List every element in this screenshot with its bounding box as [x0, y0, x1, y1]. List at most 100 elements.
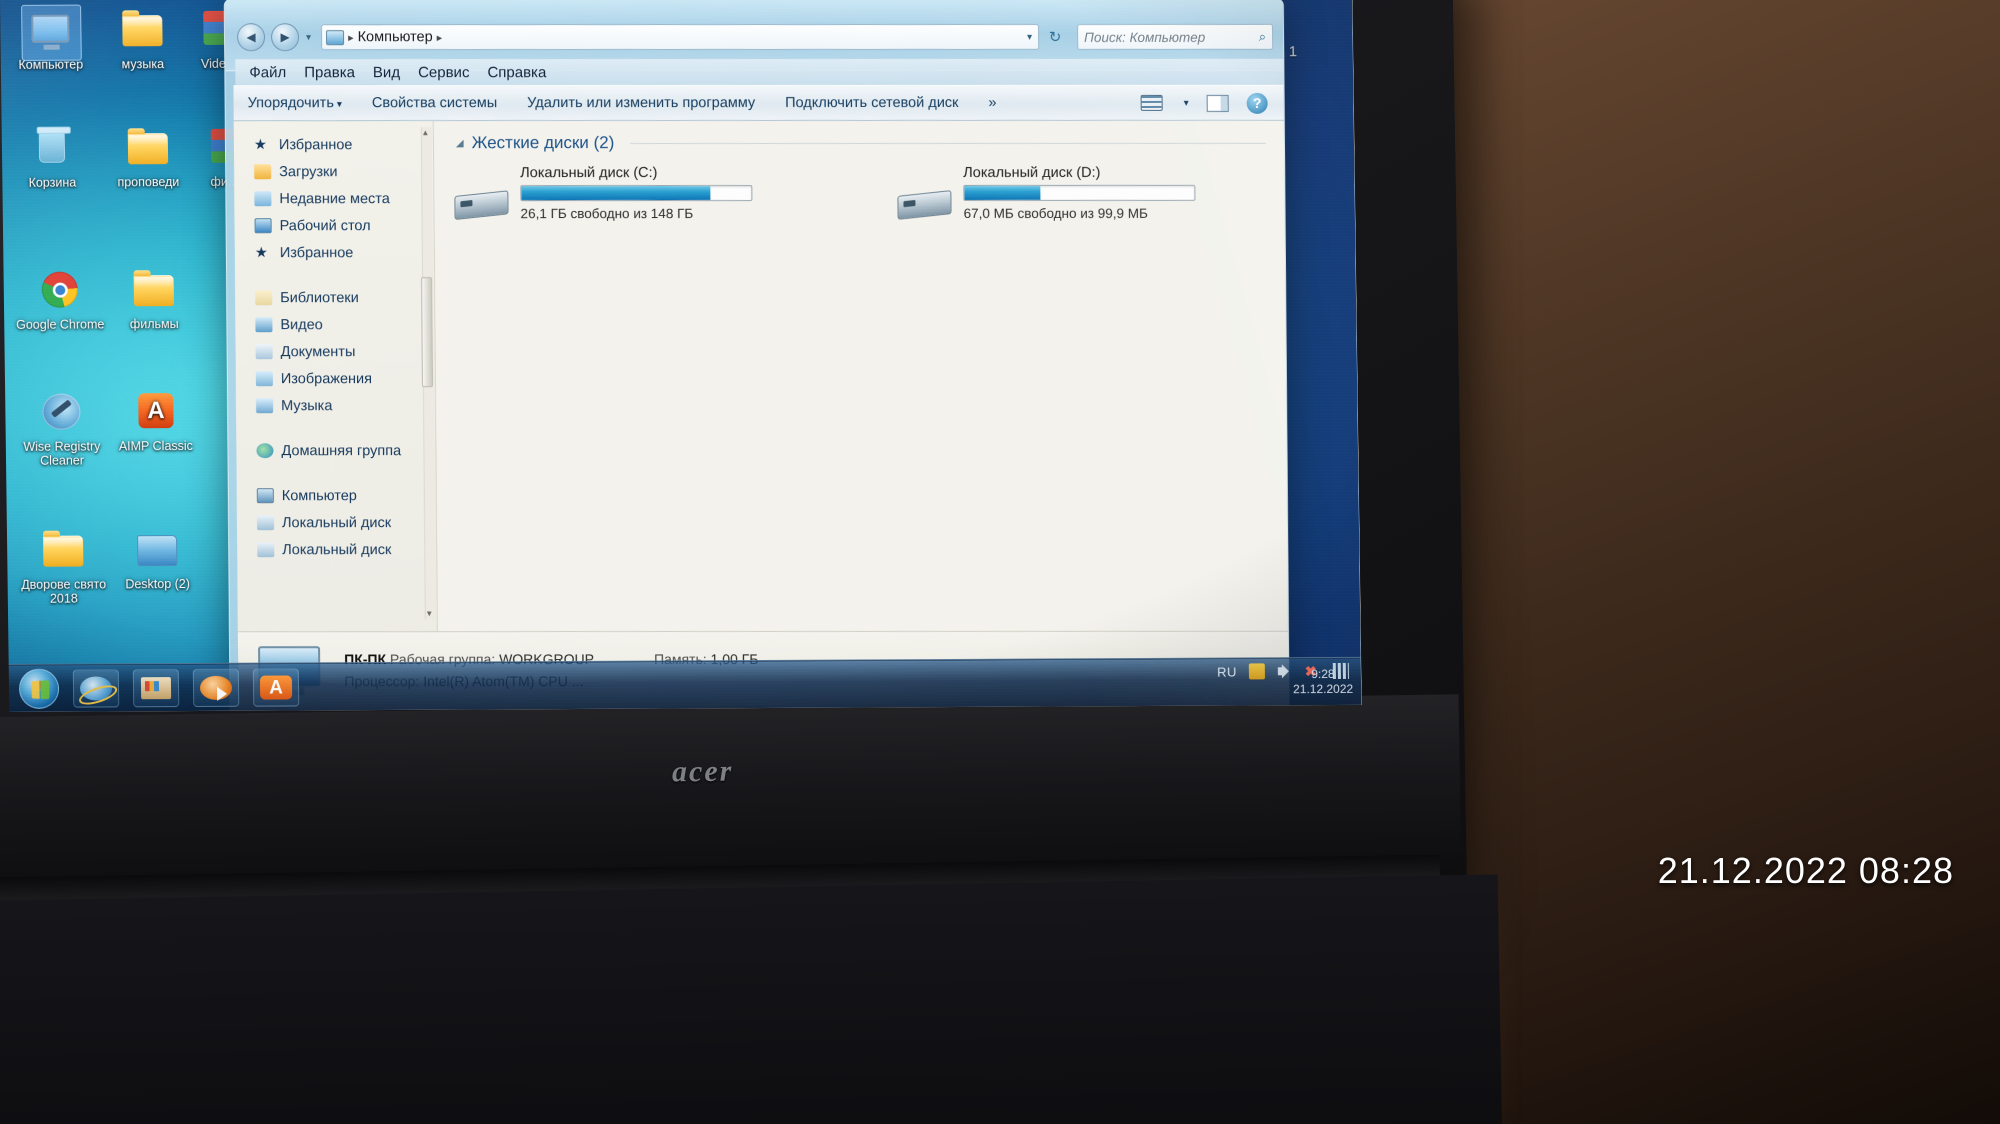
- navigation-pane[interactable]: ★ Избранное Загрузки Недавние места Рабо…: [233, 121, 439, 710]
- libraries-icon: [255, 290, 273, 306]
- taskbar-item-media-player[interactable]: [192, 668, 240, 707]
- nav-item-label: Локальный диск: [282, 541, 392, 558]
- laptop-palmrest: [0, 874, 1503, 1124]
- computer-icon: [27, 10, 74, 54]
- menu-item-file[interactable]: Файл: [249, 64, 286, 81]
- speaker-icon[interactable]: [1277, 663, 1293, 679]
- flag-icon[interactable]: [1248, 663, 1266, 680]
- search-input[interactable]: Поиск: Компьютер ⌕: [1077, 23, 1274, 50]
- uninstall-change-program-button[interactable]: Удалить или изменить программу: [527, 95, 755, 111]
- nav-item-local-disk-c[interactable]: Локальный диск: [237, 509, 436, 536]
- disk-icon: [257, 542, 275, 558]
- desktop-icon-label: фильмы: [129, 317, 179, 332]
- nav-item-label: Загрузки: [279, 163, 338, 180]
- menu-item-help[interactable]: Справка: [487, 64, 546, 81]
- desktop-icon-google-chrome[interactable]: Google Chrome: [10, 269, 111, 332]
- nav-item-label: Избранное: [279, 244, 354, 261]
- folder-icon: [119, 9, 166, 53]
- breadcrumb-separator-icon[interactable]: ▸: [437, 31, 443, 44]
- command-bar: Упорядочить ▾ Свойства системы Удалить ил…: [233, 84, 1284, 122]
- help-icon[interactable]: ?: [1246, 92, 1268, 114]
- map-network-drive-button[interactable]: Подключить сетевой диск: [785, 95, 958, 111]
- nav-item-favorites[interactable]: ★ Избранное: [235, 239, 434, 266]
- menu-item-tools[interactable]: Сервис: [418, 64, 470, 81]
- folder-icon: [131, 269, 178, 313]
- language-indicator[interactable]: RU: [1217, 664, 1237, 679]
- nav-item-downloads[interactable]: Загрузки: [234, 158, 433, 185]
- organize-button[interactable]: Упорядочить ▾: [248, 95, 342, 111]
- recycle-bin-icon: [29, 128, 76, 172]
- taskbar-item-internet-explorer[interactable]: [72, 668, 120, 708]
- nav-item-music[interactable]: Музыка: [236, 392, 435, 419]
- menu-item-edit[interactable]: Правка: [304, 64, 355, 81]
- group-header-hard-disks[interactable]: ◢ Жесткие диски (2): [456, 133, 1267, 153]
- taskbar-clock[interactable]: 9:28 21.12.2022: [1293, 667, 1353, 697]
- file-list-content[interactable]: ◢ Жесткие диски (2) Локальный диск (C:): [433, 120, 1289, 710]
- drive-name: Локальный диск (D:): [963, 164, 1101, 181]
- desktop-icon-label: Google Chrome: [16, 317, 105, 332]
- collapse-triangle-icon[interactable]: ◢: [456, 138, 464, 149]
- media-player-icon: [199, 675, 233, 700]
- menu-item-view[interactable]: Вид: [373, 64, 400, 81]
- folder-icon: [40, 530, 87, 574]
- nav-group-computer[interactable]: Компьютер: [237, 482, 436, 509]
- nav-item-documents[interactable]: Документы: [236, 338, 435, 365]
- nav-item-videos[interactable]: Видео: [235, 311, 434, 338]
- homegroup-icon: [256, 443, 274, 459]
- preview-pane-icon[interactable]: [1206, 94, 1229, 112]
- command-overflow-button[interactable]: »: [988, 95, 996, 111]
- nav-group-label: Библиотеки: [280, 289, 359, 306]
- desktop-icon-label: Desktop (2): [125, 576, 191, 592]
- forward-button[interactable]: ►: [270, 23, 300, 52]
- back-button[interactable]: ◄: [236, 23, 266, 52]
- taskbar-item-paint[interactable]: [132, 668, 180, 707]
- drive-name: Локальный диск (C:): [520, 165, 658, 182]
- nav-item-desktop[interactable]: Рабочий стол: [234, 212, 433, 239]
- desktop-icon-dvorove-svyato[interactable]: Дворове свято 2018: [13, 529, 114, 606]
- organize-label: Упорядочить: [247, 95, 334, 112]
- scroll-up-icon[interactable]: ▲: [420, 127, 431, 138]
- scroll-down-icon[interactable]: ▼: [424, 608, 435, 619]
- nav-group-homegroup[interactable]: Домашняя группа: [236, 437, 435, 464]
- chevron-down-icon[interactable]: ▾: [1184, 97, 1189, 108]
- camera-timestamp: 21.12.2022 08:28: [1657, 850, 1954, 891]
- hard-disk-icon: [897, 187, 953, 227]
- aimp-icon: [259, 674, 293, 700]
- nav-group-libraries[interactable]: Библиотеки: [235, 284, 434, 311]
- drive-item-c[interactable]: Локальный диск (C:) 26,1 ГБ свободно из …: [454, 165, 832, 227]
- taskbar-item-aimp[interactable]: [252, 667, 300, 707]
- desktop-icon-films[interactable]: фильмы: [104, 269, 205, 332]
- start-button[interactable]: [18, 668, 60, 709]
- address-bar[interactable]: ▸ Компьютер ▸ ▾: [320, 23, 1040, 51]
- refresh-icon[interactable]: ↻: [1045, 28, 1065, 46]
- desktop-icon-wise-registry-cleaner[interactable]: Wise Registry Cleaner: [11, 391, 112, 468]
- nav-item-label: Изображения: [280, 370, 373, 387]
- clock-date: 21.12.2022: [1292, 681, 1354, 697]
- desktop-icon-aimp-classic[interactable]: AIMP Classic: [105, 391, 206, 454]
- search-icon[interactable]: ⌕: [1259, 29, 1266, 45]
- capacity-bar: [520, 185, 753, 202]
- breadcrumb-computer[interactable]: Компьютер: [358, 29, 433, 45]
- nav-item-recent-places[interactable]: Недавние места: [234, 185, 433, 212]
- explorer-window[interactable]: ◄ ► ▾ ▸ Компьютер ▸ ▾ ↻ Поиск: Компьютер…: [223, 0, 1290, 711]
- drive-item-d[interactable]: Локальный диск (D:) 67,0 МБ свободно из …: [897, 165, 1275, 227]
- address-dropdown-icon[interactable]: ▾: [1027, 31, 1034, 42]
- star-icon: ★: [254, 245, 268, 262]
- documents-icon: [255, 344, 273, 360]
- nav-group-favorites[interactable]: ★ Избранное: [234, 131, 433, 158]
- system-properties-button[interactable]: Свойства системы: [372, 95, 497, 111]
- screen-edge-number: 1: [1288, 43, 1298, 61]
- nav-item-local-disk-d[interactable]: Локальный диск: [237, 536, 436, 563]
- scrollbar-thumb[interactable]: [421, 277, 433, 388]
- folder-icon: [125, 127, 172, 171]
- history-dropdown-icon[interactable]: ▾: [306, 32, 311, 43]
- nav-item-label: Недавние места: [279, 190, 390, 207]
- desktop-icon-computer[interactable]: Компьютер: [0, 9, 101, 72]
- forward-arrow-icon: ►: [277, 28, 293, 46]
- nav-item-pictures[interactable]: Изображения: [236, 365, 435, 392]
- desktop-icon-desktop-2[interactable]: Desktop (2): [107, 529, 208, 592]
- wise-registry-icon: [38, 392, 85, 436]
- change-view-icon[interactable]: [1140, 94, 1163, 111]
- desktop-icon-recycle-bin[interactable]: Корзина: [2, 127, 103, 190]
